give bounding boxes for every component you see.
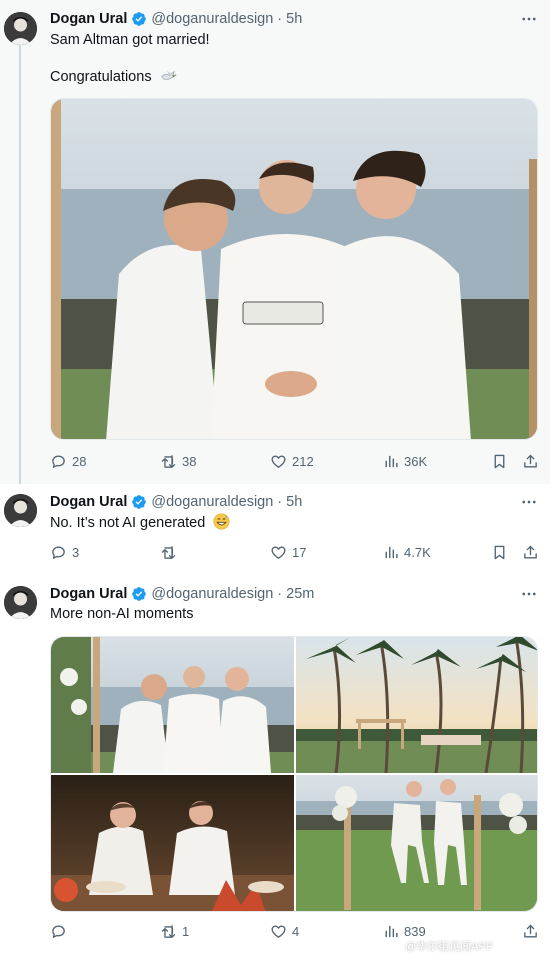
reply-icon	[50, 453, 67, 470]
like-icon	[270, 453, 287, 470]
ceremony-photo-image	[51, 637, 294, 773]
like-button[interactable]: 4	[270, 923, 299, 940]
grid-photo-2[interactable]	[296, 637, 537, 773]
more-icon[interactable]	[520, 10, 538, 28]
retweet-icon	[160, 453, 177, 470]
tweet-header: Dogan Ural @doganuraldesign · 5h	[50, 9, 302, 29]
verified-badge-icon	[131, 494, 147, 510]
reply-button[interactable]: 28	[50, 453, 86, 470]
tweet-text-line-1: More non-AI moments	[50, 606, 194, 622]
share-icon	[522, 544, 539, 561]
tweet-header: Dogan Ural @doganuraldesign · 5h	[50, 492, 302, 512]
retweet-icon	[160, 544, 177, 561]
photo-grid	[50, 636, 538, 912]
tweet-photo[interactable]	[50, 98, 538, 440]
grid-photo-4[interactable]	[296, 775, 537, 911]
tweet-1[interactable]: Dogan Ural @doganuraldesign · 5h Sam Alt…	[0, 0, 550, 484]
timestamp[interactable]: 5h	[286, 11, 302, 27]
tweet-text: No. It’s not AI generated	[50, 515, 206, 531]
bookmark-button[interactable]	[491, 453, 513, 470]
like-icon	[270, 544, 287, 561]
view-count: 36K	[404, 454, 428, 469]
view-count: 4.7K	[404, 545, 431, 560]
views-button[interactable]: 4.7K	[382, 544, 431, 561]
tweet-3[interactable]: Dogan Ural @doganuraldesign · 25m More n…	[0, 576, 550, 954]
avatar[interactable]	[4, 494, 37, 527]
author-name[interactable]: Dogan Ural	[50, 586, 127, 602]
like-button[interactable]: 17	[270, 544, 306, 561]
reply-button[interactable]: 3	[50, 544, 79, 561]
retweet-icon	[160, 923, 177, 940]
more-icon[interactable]	[520, 585, 538, 603]
palm-venue-photo-image	[296, 637, 537, 773]
like-button[interactable]: 212	[270, 453, 314, 470]
tweet-text: Congratulations	[50, 69, 152, 85]
share-button[interactable]	[522, 923, 544, 940]
like-count: 4	[292, 924, 300, 939]
author-name[interactable]: Dogan Ural	[50, 494, 127, 510]
tweet-text-line-2: Congratulations	[50, 68, 177, 87]
avatar[interactable]	[4, 12, 37, 45]
views-icon	[382, 453, 399, 470]
jumping-photo-image	[296, 775, 537, 911]
avatar[interactable]	[4, 586, 37, 619]
reply-count: 3	[72, 545, 80, 560]
reply-icon	[50, 923, 67, 940]
tweet-2[interactable]: Dogan Ural @doganuraldesign · 5h No. It’…	[0, 484, 550, 576]
retweet-count: 1	[182, 924, 190, 939]
bookmark-icon	[491, 544, 508, 561]
share-icon	[522, 923, 539, 940]
grid-photo-1[interactable]	[51, 637, 294, 773]
retweet-button[interactable]: 38	[160, 453, 196, 470]
tweet-text-line-1: Sam Altman got married!	[50, 32, 210, 48]
views-button[interactable]: 36K	[382, 453, 427, 470]
bookmark-icon	[491, 453, 508, 470]
share-button[interactable]	[522, 544, 544, 561]
verified-badge-icon	[131, 11, 147, 27]
grid-photo-3[interactable]	[51, 775, 294, 911]
views-icon	[382, 923, 399, 940]
thread-line	[19, 44, 21, 484]
like-count: 212	[292, 454, 314, 469]
watermark: @华尔街见闻APP	[405, 941, 494, 953]
share-button[interactable]	[522, 453, 544, 470]
retweet-count: 38	[182, 454, 197, 469]
tweet-text-line-1: No. It’s not AI generated	[50, 513, 230, 533]
author-handle[interactable]: @doganuraldesign	[151, 586, 273, 602]
dove-emoji-icon	[160, 70, 176, 80]
separator-dot: ·	[277, 11, 283, 27]
retweet-button[interactable]: 1	[160, 923, 189, 940]
reply-icon	[50, 544, 67, 561]
like-icon	[270, 923, 287, 940]
grinning-sweat-face-emoji-icon	[213, 513, 230, 530]
dinner-photo-image	[51, 775, 294, 911]
timestamp[interactable]: 5h	[286, 494, 302, 510]
reply-button[interactable]	[50, 923, 72, 940]
share-icon	[522, 453, 539, 470]
wedding-photo-image	[51, 99, 537, 439]
bookmark-button[interactable]	[491, 544, 513, 561]
action-bar: 28 38 212 36K	[50, 453, 540, 473]
verified-badge-icon	[131, 586, 147, 602]
author-name[interactable]: Dogan Ural	[50, 11, 127, 27]
timestamp[interactable]: 25m	[286, 586, 314, 602]
author-handle[interactable]: @doganuraldesign	[151, 11, 273, 27]
like-count: 17	[292, 545, 307, 560]
separator-dot: ·	[277, 494, 283, 510]
more-icon[interactable]	[520, 493, 538, 511]
tweet-header: Dogan Ural @doganuraldesign · 25m	[50, 584, 314, 604]
reply-count: 28	[72, 454, 87, 469]
view-count: 839	[404, 924, 426, 939]
separator-dot: ·	[277, 586, 283, 602]
views-icon	[382, 544, 399, 561]
action-bar: 3 17 4.7K	[50, 544, 540, 564]
retweet-button[interactable]	[160, 544, 182, 561]
author-handle[interactable]: @doganuraldesign	[151, 494, 273, 510]
